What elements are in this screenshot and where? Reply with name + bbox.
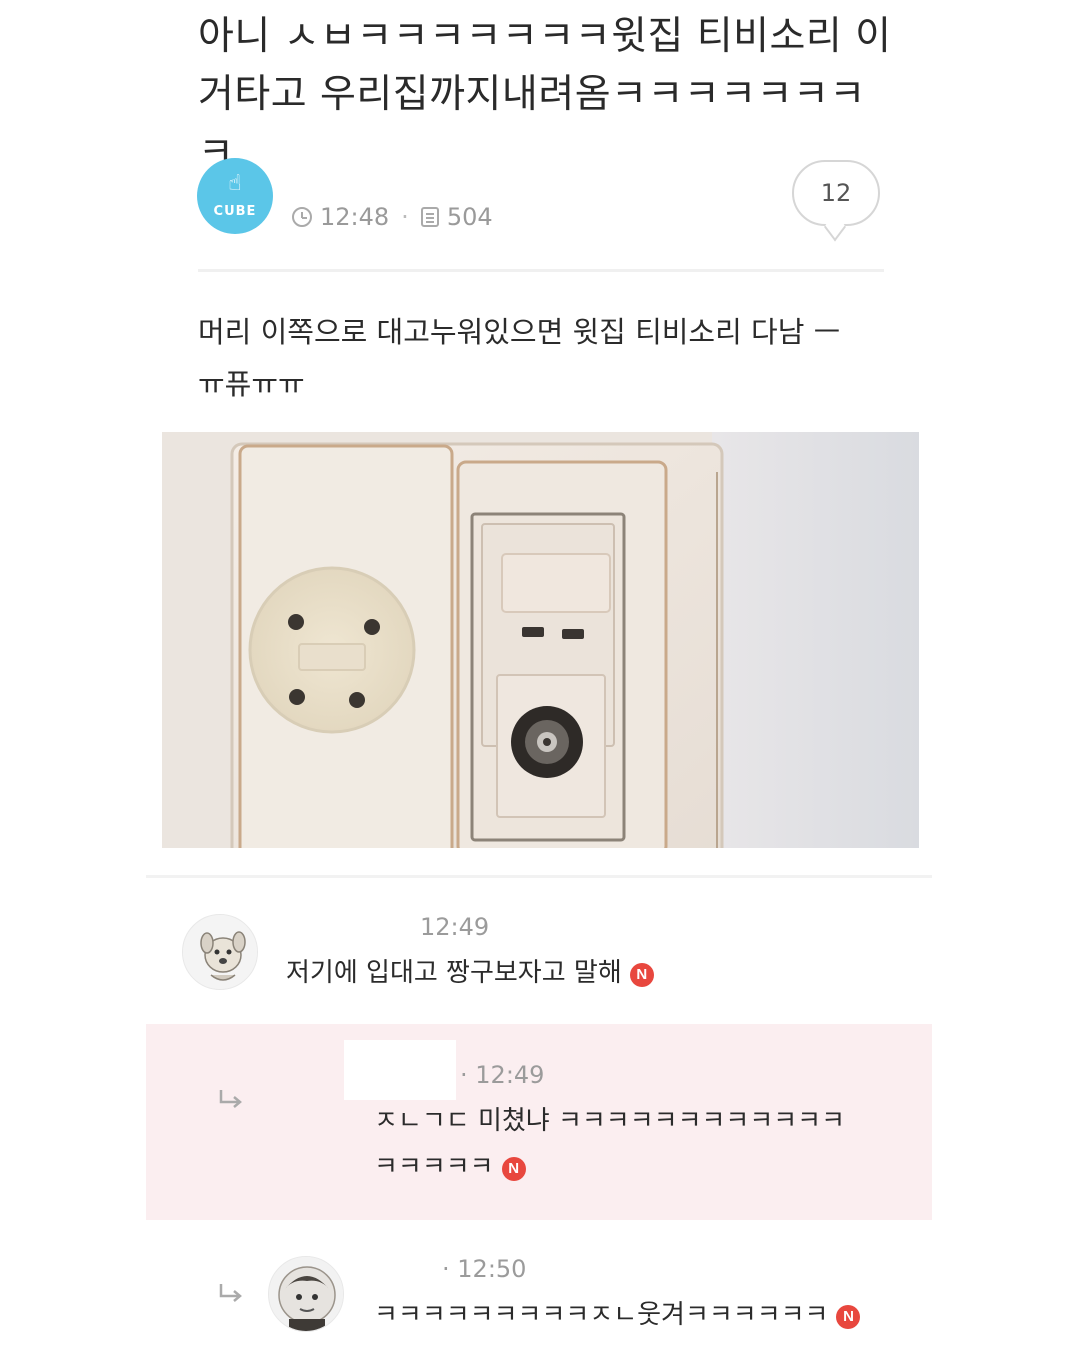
commenter-avatar[interactable] — [268, 1256, 344, 1332]
dog-character-icon — [183, 915, 257, 989]
post-time: 12:48 — [320, 203, 390, 231]
comment-count-button[interactable]: 12 — [792, 160, 880, 242]
redacted-username — [344, 1040, 456, 1100]
post-body-line-1: 머리 이쪽으로 대고누워있으면 윗집 티비소리 다남 ㅡ — [198, 315, 841, 349]
comment-text: ㅋㅋㅋㅋㅋㅋㅋㅋㅋㅈㄴ웃겨ㅋㅋㅋㅋㅋㅋ N — [374, 1292, 861, 1338]
post-title-line-1: 아니 ㅅㅂㅋㅋㅋㅋㅋㅋㅋ윗집 티비소리 이 — [198, 14, 892, 59]
comment-text-line-2: ㅋㅋㅋㅋㅋ N — [374, 1144, 914, 1190]
comment-time: · 12:49 — [460, 1060, 544, 1090]
reply-arrow-icon — [219, 1090, 242, 1108]
comment-text-line-2-content: ㅋㅋㅋㅋㅋ — [374, 1152, 494, 1182]
post-body-line-2: ㅠ퓨ㅠㅠ — [198, 367, 305, 401]
reply-arrow-icon — [219, 1284, 242, 1302]
hand-icon: ☝ — [228, 171, 242, 196]
comment-time: 12:49 — [420, 913, 490, 941]
outlet-photo-illustration — [162, 432, 919, 848]
author-avatar-label: CUBE — [213, 204, 257, 219]
commenter-avatar[interactable] — [182, 914, 258, 990]
comment-text: 저기에 입대고 짱구보자고 말해 N — [286, 950, 654, 996]
comment-text-content: ㅋㅋㅋㅋㅋㅋㅋㅋㅋㅈㄴ웃겨ㅋㅋㅋㅋㅋㅋ — [374, 1300, 829, 1330]
post-body: 머리 이쪽으로 대고누워있으면 윗집 티비소리 다남 ㅡ ㅠ퓨ㅠㅠ — [198, 306, 888, 410]
comment-text-line-1: ㅈㄴㄱㄷ 미쳤냐 ㅋㅋㅋㅋㅋㅋㅋㅋㅋㅋㅋㅋ — [374, 1106, 846, 1136]
new-badge: N — [836, 1305, 861, 1329]
divider — [146, 875, 932, 878]
meta-separator: · — [442, 1255, 450, 1283]
comment-item: 12:49 저기에 입대고 짱구보자고 말해 N — [146, 880, 932, 1020]
post-title-line-2: 거타고 우리집까지내려옴ㅋㅋㅋㅋㅋㅋㅋㅋ — [198, 72, 866, 175]
comment-text-content: 저기에 입대고 짱구보자고 말해 — [286, 958, 622, 988]
views-icon — [420, 207, 439, 227]
comment-count: 12 — [820, 179, 852, 207]
post-views: 504 — [446, 203, 493, 231]
author-avatar[interactable]: ☝ CUBE — [197, 158, 273, 234]
post-meta: 12:48 · 504 — [292, 202, 493, 232]
comment-time-value: 12:50 — [457, 1255, 527, 1283]
comment-time-value: 12:49 — [475, 1061, 545, 1089]
meta-separator: · — [460, 1061, 468, 1089]
new-badge: N — [501, 1157, 526, 1181]
post-photo[interactable] — [162, 432, 919, 848]
clock-icon — [292, 207, 312, 227]
meta-separator: · — [401, 203, 409, 231]
speech-bubble-tail — [824, 212, 846, 242]
comment-time: · 12:50 — [442, 1254, 526, 1284]
post-title: 아니 ㅅㅂㅋㅋㅋㅋㅋㅋㅋ윗집 티비소리 이 거타고 우리집까지내려옴ㅋㅋㅋㅋㅋㅋ… — [198, 8, 898, 182]
divider — [198, 269, 884, 272]
character-face-icon — [269, 1257, 343, 1331]
new-badge: N — [629, 963, 654, 987]
comment-text: ㅈㄴㄱㄷ 미쳤냐 ㅋㅋㅋㅋㅋㅋㅋㅋㅋㅋㅋㅋ ㅋㅋㅋㅋㅋ N — [374, 1098, 914, 1190]
reply-comment-item: · 12:50 ㅋㅋㅋㅋㅋㅋㅋㅋㅋㅈㄴ웃겨ㅋㅋㅋㅋㅋㅋ N — [146, 1226, 932, 1350]
reply-comment-item: · 12:49 ㅈㄴㄱㄷ 미쳤냐 ㅋㅋㅋㅋㅋㅋㅋㅋㅋㅋㅋㅋ ㅋㅋㅋㅋㅋ N — [146, 1024, 932, 1220]
